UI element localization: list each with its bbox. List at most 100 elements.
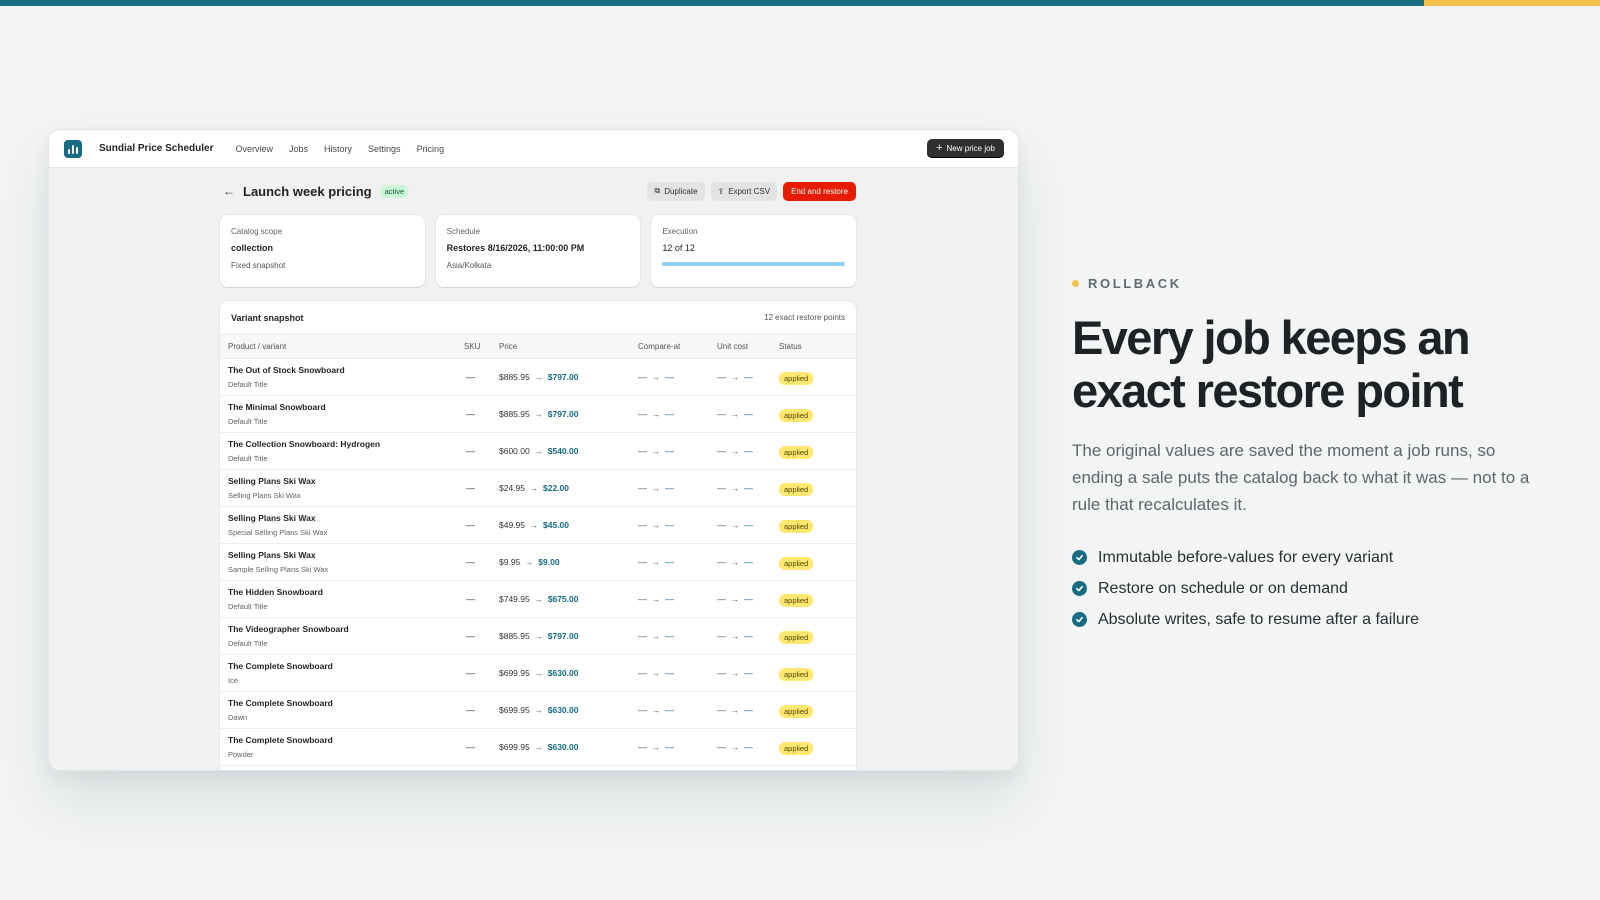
table-body: The Out of Stock Snowboard Default Title —… bbox=[220, 359, 856, 766]
feature-text: Immutable before-values for every varian… bbox=[1098, 548, 1394, 566]
product-name: The Complete Snowboard bbox=[228, 698, 333, 708]
product-name: The Collection Snowboard: Hydrogen bbox=[228, 439, 381, 449]
old-price: $24.95 bbox=[499, 483, 525, 493]
product-cell: Selling Plans Ski Wax Sample Selling Plan… bbox=[220, 550, 464, 574]
table-row[interactable]: Selling Plans Ski Wax Selling Plans Ski W… bbox=[220, 470, 856, 507]
unit-cost-cell: — → — bbox=[717, 483, 779, 493]
main-nav: Overview Jobs History Settings Pricing bbox=[235, 144, 444, 154]
card-label: Catalog scope bbox=[231, 227, 283, 236]
compare-at-cell: — → — bbox=[638, 557, 717, 567]
new-price-job-button[interactable]: + New price job bbox=[927, 139, 1004, 158]
marketing-copy: ROLLBACK Every job keeps an exact restor… bbox=[1072, 276, 1532, 635]
compare-new: — bbox=[665, 705, 674, 715]
arrow-right-icon: → bbox=[652, 409, 660, 419]
nav-jobs[interactable]: Jobs bbox=[289, 144, 308, 154]
product-cell: Selling Plans Ski Wax Special Selling Pla… bbox=[220, 513, 464, 537]
nav-overview[interactable]: Overview bbox=[235, 144, 273, 154]
table-row[interactable]: The Videographer Snowboard Default Title —… bbox=[220, 618, 856, 655]
feature-item: Restore on schedule or on demand bbox=[1072, 573, 1532, 604]
arrow-right-icon: → bbox=[731, 705, 739, 715]
column-price: Price bbox=[499, 342, 518, 351]
back-arrow-icon[interactable]: ← bbox=[223, 184, 235, 198]
table-row[interactable]: Selling Plans Ski Wax Sample Selling Plan… bbox=[220, 544, 856, 581]
upload-icon: ⇪ bbox=[717, 186, 725, 196]
old-price: $749.95 bbox=[499, 594, 530, 604]
compare-old: — bbox=[638, 631, 647, 641]
nav-history[interactable]: History bbox=[324, 144, 352, 154]
schedule-card: Schedule Restores 8/16/2026, 11:00:00 PM… bbox=[435, 215, 641, 287]
product-name: Selling Plans Ski Wax bbox=[228, 513, 316, 523]
cost-new: — bbox=[744, 742, 753, 752]
sku-cell: — bbox=[466, 631, 475, 641]
unit-cost-cell: — → — bbox=[717, 409, 779, 419]
status-cell: applied bbox=[779, 627, 849, 645]
page-title: Launch week pricing bbox=[243, 183, 372, 199]
export-csv-button[interactable]: ⇪ Export CSV bbox=[710, 181, 778, 201]
arrow-right-icon: → bbox=[652, 483, 660, 493]
arrow-right-icon: → bbox=[731, 631, 739, 641]
cost-new: — bbox=[744, 409, 753, 419]
feature-text: Restore on schedule or on demand bbox=[1098, 579, 1348, 597]
arrow-right-icon: → bbox=[534, 631, 543, 641]
compare-new: — bbox=[665, 483, 674, 493]
feature-text: Absolute writes, safe to resume after a … bbox=[1098, 610, 1420, 628]
compare-old: — bbox=[638, 483, 647, 493]
table-row[interactable]: The Out of Stock Snowboard Default Title —… bbox=[220, 359, 856, 396]
arrow-right-icon: → bbox=[534, 446, 543, 456]
sku-cell: — bbox=[466, 372, 475, 382]
status-cell: applied bbox=[779, 664, 849, 682]
table-row[interactable]: The Complete Snowboard Powder — $699.95 → $63… bbox=[220, 729, 856, 766]
compare-old: — bbox=[638, 446, 647, 456]
arrow-right-icon: → bbox=[652, 742, 660, 752]
new-price: $22.00 bbox=[543, 483, 569, 493]
plus-icon: + bbox=[936, 142, 943, 154]
table-row[interactable]: The Minimal Snowboard Default Title — $885.… bbox=[220, 396, 856, 433]
price-cell: $49.95 → $45.00 bbox=[499, 520, 638, 530]
arrow-right-icon: → bbox=[534, 742, 543, 752]
variant-name: Ice bbox=[228, 676, 239, 685]
cost-old: — bbox=[717, 631, 726, 641]
unit-cost-cell: — → — bbox=[717, 668, 779, 678]
cost-old: — bbox=[717, 742, 726, 752]
variant-name: Special Selling Plans Ski Wax bbox=[228, 528, 328, 537]
price-cell: $885.95 → $797.00 bbox=[499, 409, 638, 419]
arrow-right-icon: → bbox=[652, 372, 660, 382]
product-name: The Videographer Snowboard bbox=[228, 624, 349, 634]
status-cell: applied bbox=[779, 553, 849, 571]
new-price: $630.00 bbox=[547, 742, 579, 752]
table-row[interactable]: Selling Plans Ski Wax Special Selling Pla… bbox=[220, 507, 856, 544]
table-row[interactable]: The Hidden Snowboard Default Title — $749.9… bbox=[220, 581, 856, 618]
variant-name: Default Title bbox=[228, 454, 268, 463]
duplicate-button[interactable]: ⧉ Duplicate bbox=[647, 181, 705, 201]
compare-old: — bbox=[638, 594, 647, 604]
duplicate-label: Duplicate bbox=[664, 186, 698, 196]
old-price: $9.95 bbox=[499, 557, 521, 567]
column-headers: Product / variant SKU Price Compare-at U… bbox=[220, 334, 856, 359]
new-price: $630.00 bbox=[547, 705, 579, 715]
product-cell: The Complete Snowboard Ice bbox=[220, 661, 464, 685]
summary-cards: Catalog scope collection Fixed snapshot … bbox=[220, 215, 857, 287]
status-cell: applied bbox=[779, 738, 849, 756]
progress-fill bbox=[662, 262, 846, 266]
nav-pricing[interactable]: Pricing bbox=[417, 144, 445, 154]
cost-old: — bbox=[717, 446, 726, 456]
table-row[interactable]: The Complete Snowboard Dawn — $699.95 → $630.… bbox=[220, 692, 856, 729]
cost-old: — bbox=[717, 668, 726, 678]
nav-settings[interactable]: Settings bbox=[368, 144, 401, 154]
new-price: $45.00 bbox=[543, 520, 569, 530]
compare-at-cell: — → — bbox=[638, 594, 717, 604]
table-row[interactable]: The Complete Snowboard Ice — $699.95 → $630.0… bbox=[220, 655, 856, 692]
price-cell: $699.95 → $630.00 bbox=[499, 742, 638, 752]
status-badge: applied bbox=[779, 705, 814, 718]
price-cell: $24.95 → $22.00 bbox=[499, 483, 638, 493]
compare-old: — bbox=[638, 705, 647, 715]
end-and-restore-button[interactable]: End and restore bbox=[783, 181, 856, 201]
compare-new: — bbox=[665, 742, 674, 752]
table-row[interactable]: The Collection Snowboard: Hydrogen Defaul… bbox=[220, 433, 856, 470]
sku-cell: — bbox=[466, 483, 475, 493]
status-cell: applied bbox=[779, 590, 849, 608]
price-cell: $885.95 → $797.00 bbox=[499, 372, 638, 382]
status-badge: applied bbox=[779, 446, 814, 459]
product-name: Selling Plans Ski Wax bbox=[228, 476, 316, 486]
job-detail: ← Launch week pricing active ⧉ Duplicate… bbox=[220, 181, 857, 770]
